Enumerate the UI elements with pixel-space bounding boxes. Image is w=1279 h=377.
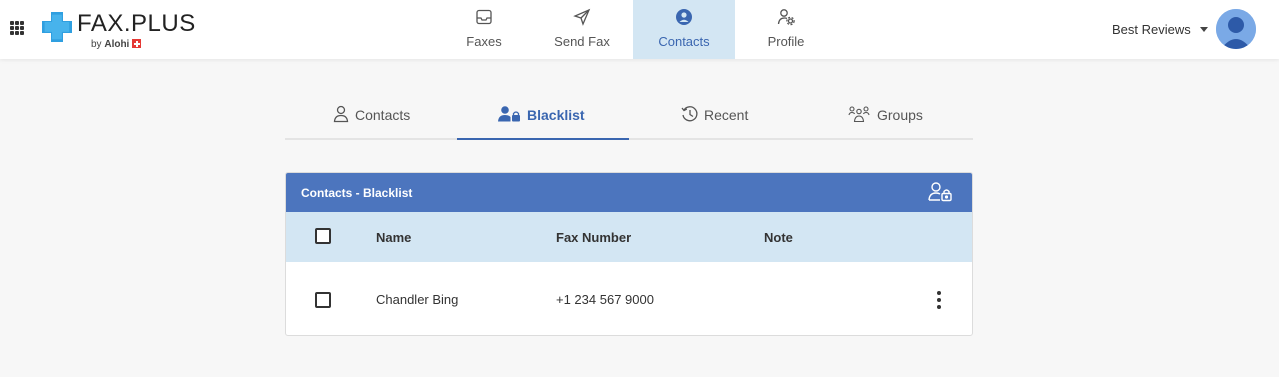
- group-icon: [848, 106, 870, 123]
- paper-plane-icon: [573, 8, 591, 26]
- tab-contacts-label: Contacts: [355, 107, 411, 123]
- brand-title: FAX.PLUS: [77, 10, 196, 37]
- contacts-subtabs: Contacts Blacklist Recent Groups: [285, 96, 973, 140]
- blacklist-card: Contacts - Blacklist Name Fax Number Not…: [285, 172, 973, 336]
- select-all-checkbox[interactable]: [315, 228, 331, 244]
- user-avatar-icon: [1216, 9, 1256, 49]
- person-outline-icon: [333, 105, 349, 123]
- nav-send-fax[interactable]: Send Fax: [531, 0, 633, 59]
- column-header-name[interactable]: Name: [376, 230, 411, 245]
- nav-contacts[interactable]: Contacts: [633, 0, 735, 59]
- tab-blacklist-label: Blacklist: [527, 107, 585, 123]
- inbox-icon: [476, 9, 492, 25]
- profile-settings-icon: [777, 9, 795, 26]
- swiss-flag-icon: [132, 39, 142, 48]
- nav-faxes[interactable]: Faxes: [433, 0, 535, 59]
- tab-contacts[interactable]: Contacts: [285, 96, 457, 138]
- table-header: Name Fax Number Note: [286, 212, 972, 262]
- nav-contacts-label: Contacts: [658, 34, 710, 49]
- brand-subtitle: by Alohi: [91, 39, 142, 50]
- table-row[interactable]: Chandler Bing +1 234 567 9000: [286, 262, 972, 335]
- card-title: Contacts - Blacklist: [301, 186, 413, 200]
- card-header: Contacts - Blacklist: [286, 173, 972, 212]
- fax-plus-logo-icon: [42, 12, 72, 42]
- nav-profile-label: Profile: [767, 34, 805, 49]
- nav-profile[interactable]: Profile: [735, 0, 837, 59]
- top-navigation-bar: FAX.PLUS by Alohi Faxes Send Fax Contact…: [0, 0, 1279, 59]
- row-checkbox[interactable]: [315, 292, 331, 308]
- tab-blacklist[interactable]: Blacklist: [457, 96, 629, 140]
- add-to-blacklist-icon[interactable]: [927, 180, 953, 204]
- app-grid-icon[interactable]: [10, 21, 24, 35]
- tab-recent-label: Recent: [704, 107, 749, 123]
- tab-groups[interactable]: Groups: [801, 96, 973, 138]
- column-header-fax-number[interactable]: Fax Number: [556, 230, 631, 245]
- tab-groups-label: Groups: [877, 107, 923, 123]
- more-options-icon[interactable]: [937, 291, 941, 309]
- avatar[interactable]: [1216, 9, 1256, 49]
- tab-recent[interactable]: Recent: [629, 96, 801, 138]
- person-lock-icon: [498, 106, 520, 122]
- contact-fax-number: +1 234 567 9000: [556, 292, 654, 307]
- user-menu-name[interactable]: Best Reviews: [1112, 22, 1191, 37]
- nav-faxes-label: Faxes: [466, 34, 502, 49]
- contact-circle-icon: [676, 9, 692, 25]
- column-header-note[interactable]: Note: [764, 230, 793, 245]
- chevron-down-icon[interactable]: [1200, 27, 1208, 32]
- contact-name: Chandler Bing: [376, 292, 459, 307]
- nav-send-fax-label: Send Fax: [554, 34, 610, 49]
- history-icon: [681, 106, 698, 122]
